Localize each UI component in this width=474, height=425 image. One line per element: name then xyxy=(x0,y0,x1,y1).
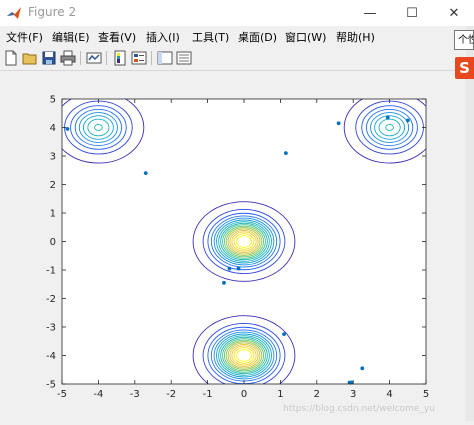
y-tick-label: 4 xyxy=(50,123,56,134)
scatter-point xyxy=(360,366,365,371)
scatter-point xyxy=(222,280,226,285)
tooltip: 个性 xyxy=(454,30,474,50)
x-tick-label: 3 xyxy=(350,389,356,400)
toolbar xyxy=(0,46,474,71)
x-tick-label: 1 xyxy=(277,389,283,400)
scatter-point xyxy=(282,332,286,337)
minimize-button[interactable]: — xyxy=(356,0,384,26)
y-tick-label: 3 xyxy=(50,152,56,163)
y-tick-label: 2 xyxy=(50,180,56,191)
show-plot-tools-icon[interactable] xyxy=(176,50,192,66)
contour-plot[interactable]: -5 -4 -3 -2 -1 0 1 2 3 4 5 -5 -4 -3 -2 -1 0 1 2 3 4 5 xyxy=(0,71,466,421)
x-tick-label: 5 xyxy=(423,389,429,400)
y-tick-label: -2 xyxy=(46,294,56,305)
toolbar-separator xyxy=(80,51,81,65)
y-tick-label: -4 xyxy=(46,351,56,362)
menu-insert[interactable]: 插入(I) xyxy=(146,29,180,45)
maximize-button[interactable]: ☐ xyxy=(398,0,426,26)
hide-plot-tools-icon[interactable] xyxy=(157,50,173,66)
y-tick-label: 0 xyxy=(50,237,56,248)
x-tick-label: -3 xyxy=(130,389,140,400)
scatter-point xyxy=(405,118,410,123)
matlab-logo-icon xyxy=(7,7,21,19)
sogou-ime-icon[interactable]: S xyxy=(455,57,474,79)
scatter-point xyxy=(385,115,390,120)
scatter-point xyxy=(336,121,341,126)
menu-bar: 文件(F) 编辑(E) 查看(V) 插入(I) 工具(T) 桌面(D) 窗口(W… xyxy=(0,26,474,46)
scatter-point xyxy=(236,266,241,271)
close-button[interactable]: ✕ xyxy=(440,0,468,26)
scatter-point xyxy=(227,266,232,271)
menu-window[interactable]: 窗口(W) xyxy=(285,29,326,45)
y-tick-label: -1 xyxy=(46,266,56,277)
toolbar-separator xyxy=(151,51,152,65)
x-tick-label: -5 xyxy=(57,389,67,400)
x-tick-label: -2 xyxy=(166,389,176,400)
y-tick-label: -5 xyxy=(46,380,56,391)
y-tick-label: 1 xyxy=(50,209,56,220)
title-bar: Figure 2 — ☐ ✕ xyxy=(0,0,474,26)
insert-legend-icon[interactable] xyxy=(131,50,147,66)
scatter-point xyxy=(283,151,288,156)
menu-file[interactable]: 文件(F) xyxy=(6,29,43,45)
menu-desktop[interactable]: 桌面(D) xyxy=(238,29,277,45)
menu-view[interactable]: 查看(V) xyxy=(98,29,136,45)
x-tick-label: -1 xyxy=(203,389,213,400)
y-tick-label: -3 xyxy=(46,323,56,334)
new-figure-icon[interactable] xyxy=(3,50,19,66)
x-tick-label: 4 xyxy=(386,389,392,400)
x-tick-label: 0 xyxy=(241,389,247,400)
y-tick-label: 5 xyxy=(50,95,56,106)
toolbar-separator xyxy=(106,51,107,65)
print-icon[interactable] xyxy=(60,50,76,66)
insert-colorbar-icon[interactable] xyxy=(112,50,128,66)
watermark: https://blog.csdn.net/welcome_yu xyxy=(283,404,435,414)
scatter-point xyxy=(143,171,148,175)
scrollbar[interactable] xyxy=(466,26,474,421)
menu-edit[interactable]: 编辑(E) xyxy=(52,29,90,45)
link-plot-icon[interactable] xyxy=(86,50,102,66)
scatter-point xyxy=(65,127,70,131)
window-title: Figure 2 xyxy=(28,5,77,19)
save-icon[interactable] xyxy=(41,50,57,66)
x-tick-label: -4 xyxy=(93,389,103,400)
open-file-icon[interactable] xyxy=(22,50,38,66)
menu-tools[interactable]: 工具(T) xyxy=(192,29,229,45)
x-tick-label: 2 xyxy=(314,389,320,400)
menu-help[interactable]: 帮助(H) xyxy=(336,29,375,45)
figure-canvas: -5 -4 -3 -2 -1 0 1 2 3 4 5 -5 -4 -3 -2 -1 0 1 2 3 4 5 xyxy=(0,71,466,421)
